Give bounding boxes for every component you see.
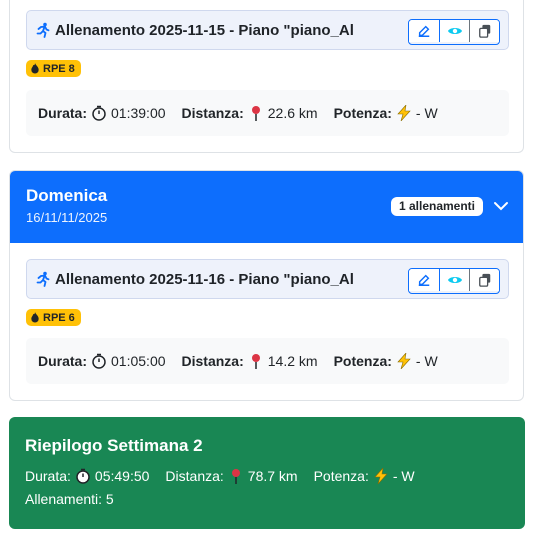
edit-icon	[418, 274, 430, 286]
duration-label: Durata:	[38, 353, 88, 369]
rpe-badge: RPE 6	[26, 309, 81, 326]
edit-icon	[418, 25, 430, 37]
stopwatch-icon	[76, 468, 90, 484]
duration-value: 01:39:00	[111, 105, 166, 121]
running-icon	[36, 271, 50, 287]
rpe-value: RPE 8	[43, 62, 75, 75]
duration-metric: Durata: 01:05:00	[38, 353, 166, 369]
session-metrics: Durata: 01:05:00 Distanza: 14.2 km Poten…	[26, 338, 509, 384]
distance-metric: Distanza: 14.2 km	[182, 353, 318, 369]
session-metrics: Durata: 01:39:00 Distanza: 22.6 km Poten…	[26, 90, 509, 136]
session-header[interactable]: Allenamento 2025-11-15 - Piano "piano_Al	[26, 10, 509, 50]
stopwatch-icon	[92, 353, 106, 369]
distance-value: 78.7 km	[247, 468, 298, 484]
pin-icon	[251, 354, 260, 369]
power-label: Potenza:	[313, 468, 369, 484]
workout-count-badge: 1 allenamenti	[390, 197, 483, 216]
duration-value: 05:49:50	[94, 468, 150, 484]
fire-icon	[31, 63, 39, 74]
distance-value: 14.2 km	[267, 353, 318, 369]
copy-button[interactable]	[469, 20, 499, 42]
distance-metric: Distanza: 22.6 km	[182, 105, 318, 121]
day-card-sunday: Domenica 16/11/11/2025 1 allenamenti All…	[9, 170, 524, 401]
power-value: - W	[392, 468, 415, 484]
distance-label: Distanza:	[165, 468, 224, 484]
copy-icon	[478, 24, 490, 38]
duration-label: Durata:	[38, 105, 88, 121]
distance-metric: Distanza: 78.7 km	[165, 468, 298, 484]
distance-value: 22.6 km	[267, 105, 318, 121]
week-summary-card: Riepilogo Settimana 2 Durata: 05:49:50 D…	[9, 417, 525, 529]
duration-label: Durata:	[25, 468, 71, 484]
day-header[interactable]: Domenica 16/11/11/2025 1 allenamenti	[10, 171, 523, 243]
power-label: Potenza:	[333, 105, 392, 121]
chevron-down-icon[interactable]	[493, 198, 509, 214]
summary-workouts: Allenamenti: 5	[25, 491, 114, 507]
session-title: Allenamento 2025-11-15 - Piano "piano_Al	[55, 22, 354, 39]
fire-icon	[31, 312, 39, 323]
rpe-value: RPE 6	[43, 311, 75, 324]
power-metric: Potenza: - W	[334, 353, 438, 369]
lightning-icon	[397, 353, 411, 369]
lightning-icon	[397, 105, 411, 121]
pin-icon	[231, 469, 240, 484]
view-button[interactable]	[439, 20, 469, 42]
copy-icon	[478, 273, 490, 287]
power-value: - W	[415, 353, 438, 369]
running-icon	[36, 22, 50, 38]
session-title: Allenamento 2025-11-16 - Piano "piano_Al	[55, 271, 354, 288]
power-label: Potenza:	[333, 353, 392, 369]
day-card-saturday: Allenamento 2025-11-15 - Piano "piano_Al…	[9, 0, 524, 153]
session-actions	[408, 268, 500, 294]
session-header[interactable]: Allenamento 2025-11-16 - Piano "piano_Al	[26, 259, 509, 299]
copy-button[interactable]	[469, 269, 499, 291]
distance-label: Distanza:	[181, 353, 244, 369]
edit-button[interactable]	[409, 269, 439, 291]
duration-metric: Durata: 01:39:00	[38, 105, 166, 121]
eye-icon	[447, 277, 462, 283]
pin-icon	[251, 106, 260, 121]
power-metric: Potenza: - W	[334, 105, 438, 121]
duration-value: 01:05:00	[111, 353, 166, 369]
view-button[interactable]	[439, 269, 469, 291]
distance-label: Distanza:	[181, 105, 244, 121]
power-metric: Potenza: - W	[314, 468, 415, 484]
summary-metrics: Durata: 05:49:50 Distanza: 78.7 km Poten…	[25, 468, 509, 484]
stopwatch-icon	[92, 105, 106, 121]
eye-icon	[447, 28, 462, 34]
edit-button[interactable]	[409, 20, 439, 42]
rpe-badge: RPE 8	[26, 60, 81, 77]
session-actions	[408, 19, 500, 45]
lightning-icon	[374, 468, 388, 484]
duration-metric: Durata: 05:49:50	[25, 468, 149, 484]
summary-title: Riepilogo Settimana 2	[25, 436, 203, 455]
power-value: - W	[415, 105, 438, 121]
